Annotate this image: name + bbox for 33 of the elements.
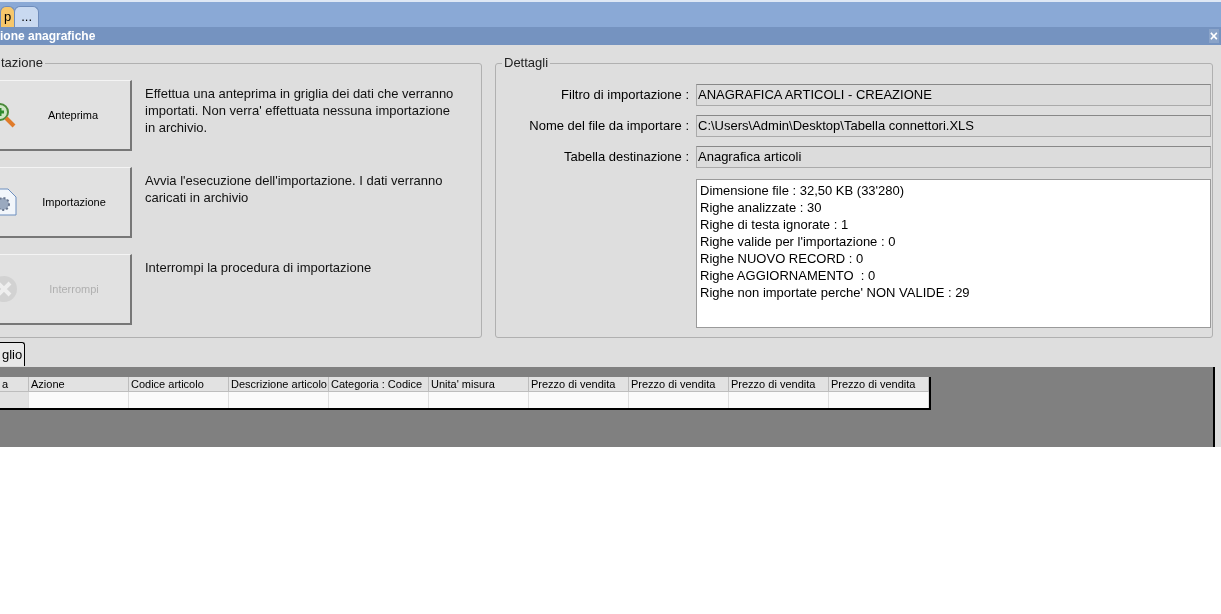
tab[interactable]: p bbox=[0, 6, 16, 27]
table-cell[interactable] bbox=[729, 392, 829, 408]
summary-line: Righe di testa ignorate : 1 bbox=[700, 216, 850, 233]
table-cell[interactable] bbox=[429, 392, 529, 408]
summary-line: Righe AGGIORNAMENTO : 0 bbox=[700, 267, 877, 284]
summary-line: Righe NUOVO RECORD : 0 bbox=[700, 250, 865, 267]
action-description: Interrompi la procedura di importazione bbox=[145, 259, 373, 277]
field-label: Filtro di importazione : bbox=[560, 86, 689, 105]
summary-line: Righe analizzate : 30 bbox=[700, 199, 823, 216]
field-value: C:\Users\Admin\Desktop\Tabella connettori.XLS bbox=[696, 115, 1211, 137]
field-value: ANAGRAFICA ARTICOLI - CREAZIONE bbox=[696, 84, 1211, 106]
table-cell[interactable] bbox=[229, 392, 329, 408]
summary-line: Dimensione file : 32,50 KB (33'280) bbox=[700, 182, 906, 199]
table-cell[interactable] bbox=[529, 392, 629, 408]
summary-line: Righe non importate perche' NON VALIDE : 29 bbox=[700, 284, 971, 301]
table-cell[interactable] bbox=[629, 392, 729, 408]
row-header-cell[interactable] bbox=[0, 392, 29, 408]
group-legend: Dettagli bbox=[502, 55, 551, 71]
table-cell[interactable] bbox=[329, 392, 429, 408]
action-description: Effettua una anteprima in griglia dei dati che verranno importati. Non verra' effettuata nessuna importazione in archivio. bbox=[145, 85, 455, 137]
action-description: Avvia l'esecuzione dell'importazione. I dati verranno caricati in archivio bbox=[145, 172, 444, 207]
table-cell[interactable] bbox=[29, 392, 129, 408]
field-label: Tabella destinazione : bbox=[562, 148, 689, 167]
preview-button[interactable]: Anteprima bbox=[0, 80, 132, 151]
table-cell[interactable] bbox=[829, 392, 929, 408]
tab[interactable]: ... bbox=[14, 6, 40, 27]
field-value: Anagrafica articoli bbox=[696, 146, 1211, 168]
window-title: ione anagrafiche bbox=[0, 28, 96, 45]
table-cell[interactable] bbox=[129, 392, 229, 408]
grid-tab[interactable]: glio bbox=[0, 342, 26, 366]
field-label: Nome del file da importare : bbox=[528, 117, 689, 136]
summary-line: Righe valide per l'importazione : 0 bbox=[700, 233, 897, 250]
import-button[interactable]: Importazione bbox=[0, 167, 132, 238]
